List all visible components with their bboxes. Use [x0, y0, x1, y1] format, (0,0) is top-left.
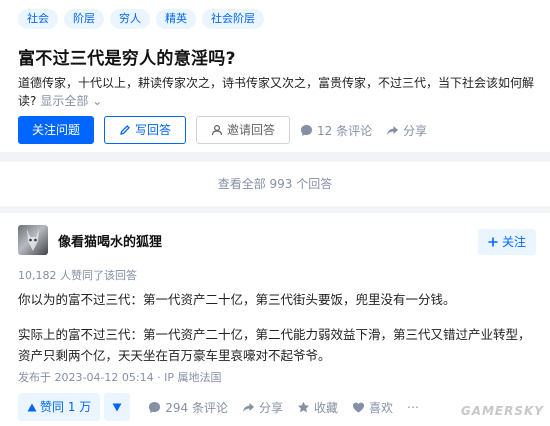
- question-share-label: 分享: [403, 123, 428, 138]
- write-answer-label: 写回答: [135, 123, 172, 137]
- answer-actions: 赞同 1 万 294 条评论 分享 收藏 喜欢 ⋯: [18, 393, 433, 421]
- topic-tag[interactable]: 精英: [156, 9, 196, 29]
- follow-question-button[interactable]: 关注问题: [18, 116, 95, 144]
- show-all-label: 显示全部: [40, 94, 89, 108]
- answer-card: 像看猫喝水的狐狸 关注 10,182 人赞同了该回答 你以为的富不过三代：第一代…: [0, 213, 550, 426]
- comment-icon: [148, 401, 161, 414]
- like-label: 喜欢: [369, 400, 394, 415]
- collect-label: 收藏: [314, 400, 339, 415]
- show-all-link[interactable]: 显示全部 ⌄: [40, 94, 102, 108]
- share-icon: [242, 401, 255, 414]
- question-description: 道德传家，十代以上，耕读传家次之，诗书传家又次之，富贵传家，不过三代，当下社会该…: [18, 74, 540, 110]
- more-dots-icon: ⋯: [407, 400, 420, 414]
- question-card: 社会 阶层 穷人 精英 社会阶层 富不过三代是穷人的意淫吗? 道德传家，十代以上…: [0, 0, 550, 152]
- follow-author-label: 关注: [501, 235, 526, 249]
- plus-icon: [488, 237, 498, 247]
- like-button[interactable]: 喜欢: [352, 399, 393, 416]
- more-options-button[interactable]: ⋯: [407, 400, 419, 414]
- answer-comments-label: 294 条评论: [165, 400, 228, 415]
- triangle-down-icon: [112, 403, 122, 412]
- comment-icon: [300, 124, 313, 137]
- downvote-button[interactable]: [104, 393, 131, 421]
- author-name[interactable]: 像看猫喝水的狐狸: [58, 231, 162, 250]
- triangle-up-icon: [27, 403, 37, 412]
- answer-comments-button[interactable]: 294 条评论: [148, 399, 228, 416]
- collect-button[interactable]: 收藏: [297, 399, 338, 416]
- follow-question-label: 关注问题: [32, 123, 81, 137]
- topic-tag[interactable]: 社会阶层: [202, 9, 264, 29]
- question-share-button[interactable]: 分享: [386, 122, 427, 139]
- write-answer-button[interactable]: 写回答: [104, 116, 187, 144]
- question-comments-button[interactable]: 12 条评论: [300, 122, 372, 139]
- chevron-down-icon: ⌄: [92, 94, 103, 108]
- question-comments-label: 12 条评论: [317, 123, 373, 138]
- invite-user-icon: [211, 124, 223, 136]
- pencil-icon: [119, 124, 131, 136]
- upvote-count-meta: 10,182 人赞同了该回答: [18, 269, 137, 282]
- answer-paragraph: 你以为的富不过三代：第一代资产二十亿，第三代街头要饭，兜里没有一分钱。: [18, 292, 456, 307]
- invite-answer-button[interactable]: 邀请回答: [196, 116, 291, 144]
- answer-share-button[interactable]: 分享: [242, 399, 283, 416]
- answer-paragraph: 实际上的富不过三代：第一代资产二十亿，第二代能力弱效益下滑，第三代又错过产业转型…: [18, 327, 531, 363]
- watermark: GAMERSKY: [460, 404, 544, 418]
- heart-icon: [352, 401, 365, 414]
- follow-author-button[interactable]: 关注: [477, 229, 536, 255]
- topic-tag[interactable]: 阶层: [64, 9, 104, 29]
- topic-tags: 社会 阶层 穷人 精英 社会阶层: [18, 9, 264, 29]
- post-meta[interactable]: 发布于 2023-04-12 05:14 · IP 属地法国: [18, 369, 221, 385]
- share-icon: [386, 124, 399, 137]
- upvote-label: 赞同 1 万: [40, 400, 92, 414]
- avatar[interactable]: [18, 225, 48, 255]
- answer-share-label: 分享: [259, 400, 284, 415]
- star-icon: [297, 401, 310, 414]
- topic-tag[interactable]: 穷人: [110, 9, 150, 29]
- question-actions: 关注问题 写回答 邀请回答 12 条评论 分享: [18, 116, 441, 144]
- upvote-button[interactable]: 赞同 1 万: [18, 393, 101, 421]
- topic-tag[interactable]: 社会: [18, 9, 58, 29]
- view-all-answers-button[interactable]: 查看全部 993 个回答: [0, 162, 550, 206]
- question-title[interactable]: 富不过三代是穷人的意淫吗?: [18, 44, 236, 69]
- invite-answer-label: 邀请回答: [227, 123, 276, 137]
